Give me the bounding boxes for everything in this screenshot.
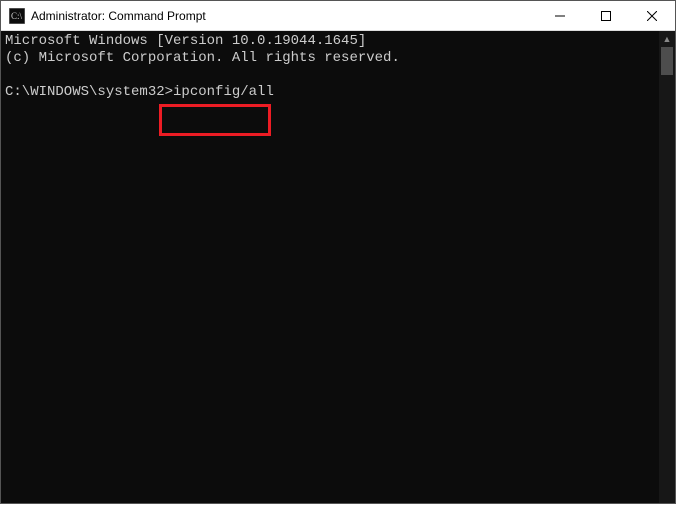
console-output[interactable]: Microsoft Windows [Version 10.0.19044.16… [1,31,659,503]
svg-text:C:\: C:\ [11,11,23,21]
version-line: Microsoft Windows [Version 10.0.19044.16… [5,33,366,49]
highlight-annotation [159,104,271,136]
minimize-button[interactable] [537,1,583,31]
scroll-up-icon[interactable]: ▲ [659,31,675,47]
cmd-icon: C:\ [9,8,25,24]
window-title: Administrator: Command Prompt [31,9,537,23]
vertical-scrollbar[interactable]: ▲ [659,31,675,503]
command-prompt-window: C:\ Administrator: Command Prompt Micros… [0,0,676,504]
command-input[interactable]: ipconfig/all [173,84,274,100]
titlebar[interactable]: C:\ Administrator: Command Prompt [1,1,675,31]
console-area: Microsoft Windows [Version 10.0.19044.16… [1,31,675,503]
window-controls [537,1,675,30]
copyright-line: (c) Microsoft Corporation. All rights re… [5,50,400,66]
scroll-thumb[interactable] [661,47,673,75]
maximize-button[interactable] [583,1,629,31]
close-button[interactable] [629,1,675,31]
prompt-path: C:\WINDOWS\system32> [5,84,173,100]
